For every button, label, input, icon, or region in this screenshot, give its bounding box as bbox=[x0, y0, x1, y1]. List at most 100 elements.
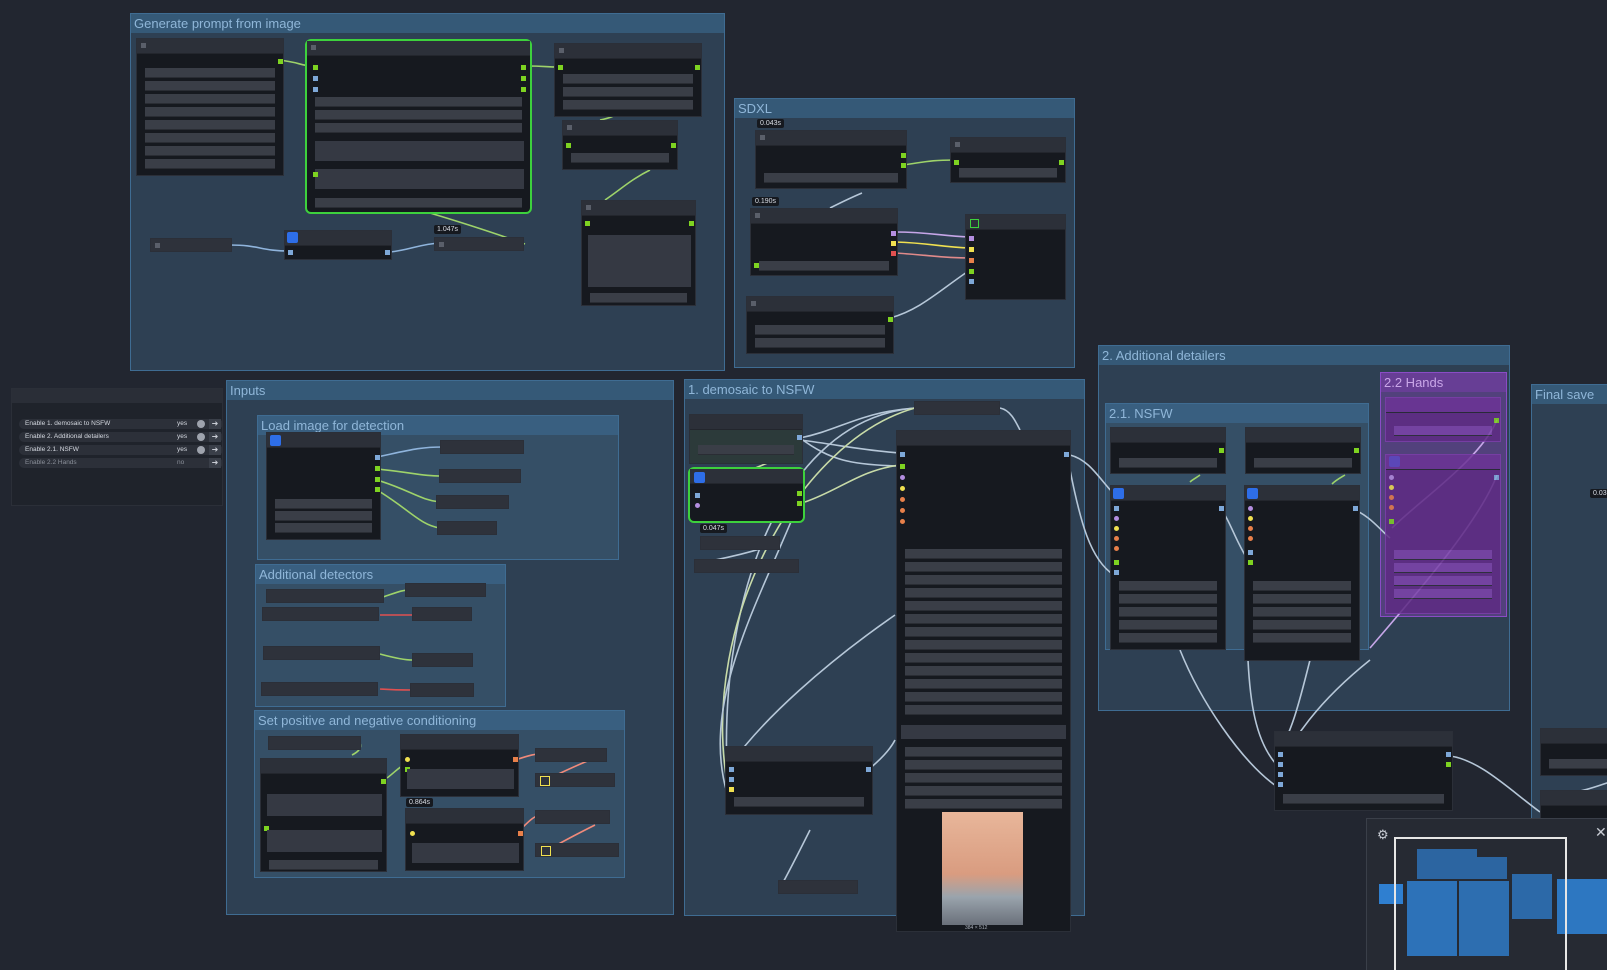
node-widget[interactable] bbox=[563, 74, 693, 84]
input-port[interactable] bbox=[900, 475, 905, 480]
collapse-dot[interactable] bbox=[760, 135, 765, 140]
input-port[interactable] bbox=[1248, 560, 1253, 565]
output-port[interactable] bbox=[695, 65, 700, 70]
text-area[interactable] bbox=[588, 235, 691, 287]
node-widget[interactable] bbox=[145, 68, 275, 78]
collapsed-node[interactable] bbox=[262, 607, 379, 621]
input-port[interactable] bbox=[695, 493, 700, 498]
node-widget[interactable] bbox=[905, 666, 1062, 676]
input-port[interactable] bbox=[1114, 516, 1119, 521]
input-port[interactable] bbox=[313, 76, 318, 81]
output-port[interactable] bbox=[278, 59, 283, 64]
input-port[interactable] bbox=[729, 767, 734, 772]
node-header[interactable] bbox=[12, 389, 222, 403]
collapse-dot[interactable] bbox=[155, 243, 160, 248]
toggle-knob[interactable] bbox=[197, 446, 205, 454]
node-header[interactable] bbox=[261, 759, 386, 774]
output-port[interactable] bbox=[901, 153, 906, 158]
collapsed-node[interactable] bbox=[405, 583, 486, 597]
output-port[interactable] bbox=[797, 435, 802, 440]
input-port[interactable] bbox=[1248, 550, 1253, 555]
output-port[interactable] bbox=[375, 466, 380, 471]
input-port[interactable] bbox=[900, 464, 905, 469]
node-widget[interactable] bbox=[145, 133, 275, 143]
pipe-node[interactable] bbox=[965, 214, 1066, 300]
collapsed-node[interactable] bbox=[150, 238, 232, 252]
node-widget[interactable] bbox=[1119, 633, 1217, 643]
hands-detector-node[interactable] bbox=[1385, 397, 1501, 442]
input-port[interactable] bbox=[900, 486, 905, 491]
node-widget[interactable] bbox=[1119, 594, 1217, 604]
input-port[interactable] bbox=[1278, 762, 1283, 767]
node-widget[interactable] bbox=[1253, 633, 1351, 643]
output-port[interactable] bbox=[1064, 452, 1069, 457]
node-widget[interactable] bbox=[764, 173, 898, 183]
node-widget[interactable] bbox=[905, 549, 1062, 559]
node-widget[interactable] bbox=[1394, 576, 1492, 586]
input-port[interactable] bbox=[1278, 772, 1283, 777]
node-header[interactable] bbox=[1541, 791, 1607, 806]
text-area[interactable] bbox=[901, 725, 1066, 739]
bypass-toggle[interactable] bbox=[287, 232, 298, 243]
input-port[interactable] bbox=[1114, 570, 1119, 575]
negative-prompt-node[interactable] bbox=[405, 808, 524, 871]
node-header[interactable] bbox=[1275, 732, 1452, 747]
node-widget[interactable] bbox=[905, 747, 1062, 757]
node-widget[interactable] bbox=[734, 797, 864, 807]
node-widget[interactable] bbox=[905, 786, 1062, 796]
node-widget[interactable] bbox=[905, 692, 1062, 702]
input-port[interactable] bbox=[1114, 546, 1119, 551]
text-area[interactable] bbox=[315, 141, 524, 161]
input-port[interactable] bbox=[900, 508, 905, 513]
text-area[interactable] bbox=[267, 830, 382, 852]
node-widget[interactable] bbox=[275, 511, 372, 521]
checkpoint-loader-node[interactable] bbox=[755, 130, 907, 189]
node-header[interactable] bbox=[951, 138, 1065, 153]
output-port[interactable] bbox=[381, 779, 386, 784]
node-widget[interactable] bbox=[145, 159, 275, 169]
input-port[interactable] bbox=[313, 65, 318, 70]
close-icon[interactable]: ✕ bbox=[1595, 824, 1607, 841]
conditioning-node[interactable] bbox=[260, 758, 387, 872]
node-widget[interactable] bbox=[1119, 620, 1217, 630]
collapsed-node[interactable] bbox=[778, 880, 858, 894]
node-header[interactable] bbox=[751, 209, 897, 224]
node-widget[interactable] bbox=[905, 799, 1062, 809]
output-port[interactable] bbox=[671, 143, 676, 148]
node-widget[interactable] bbox=[905, 627, 1062, 637]
node-header[interactable] bbox=[756, 131, 906, 146]
workflow-canvas[interactable]: Generate prompt from image SDXL Inputs L… bbox=[0, 0, 1607, 970]
node-widget[interactable] bbox=[145, 81, 275, 91]
collapsed-node[interactable] bbox=[434, 237, 524, 251]
input-port[interactable] bbox=[313, 172, 318, 177]
navigate-arrow-icon[interactable]: ➜ bbox=[209, 445, 221, 455]
interrogator-node-selected[interactable] bbox=[305, 39, 532, 214]
collapsed-node[interactable] bbox=[694, 559, 799, 573]
node-header[interactable] bbox=[747, 297, 893, 312]
output-port[interactable] bbox=[375, 455, 380, 460]
output-port[interactable] bbox=[901, 163, 906, 168]
node-widget[interactable] bbox=[1394, 589, 1492, 599]
output-port[interactable] bbox=[521, 76, 526, 81]
collapse-dot[interactable] bbox=[439, 242, 444, 247]
positive-prompt-node[interactable] bbox=[400, 734, 519, 797]
collapsed-node[interactable] bbox=[410, 683, 474, 697]
reroute-icon[interactable] bbox=[540, 776, 550, 786]
output-port[interactable] bbox=[1353, 506, 1358, 511]
node-widget[interactable] bbox=[315, 123, 522, 133]
node-widget[interactable] bbox=[275, 523, 372, 533]
output-port[interactable] bbox=[866, 767, 871, 772]
input-port[interactable] bbox=[1248, 536, 1253, 541]
output-port[interactable] bbox=[518, 831, 523, 836]
fast-groups-bypasser-panel[interactable]: Enable 1. demosaic to NSFW yes ➜ Enable … bbox=[11, 388, 223, 506]
node-header[interactable] bbox=[1246, 428, 1360, 443]
output-port[interactable] bbox=[888, 317, 893, 322]
node-widget[interactable] bbox=[905, 601, 1062, 611]
output-port[interactable] bbox=[385, 250, 390, 255]
output-port[interactable] bbox=[1446, 762, 1451, 767]
node-header[interactable] bbox=[137, 39, 283, 54]
navigate-arrow-icon[interactable]: ➜ bbox=[209, 419, 221, 429]
image-node[interactable] bbox=[689, 414, 803, 464]
node-widget[interactable] bbox=[755, 338, 885, 348]
collapsed-node[interactable] bbox=[437, 521, 497, 535]
